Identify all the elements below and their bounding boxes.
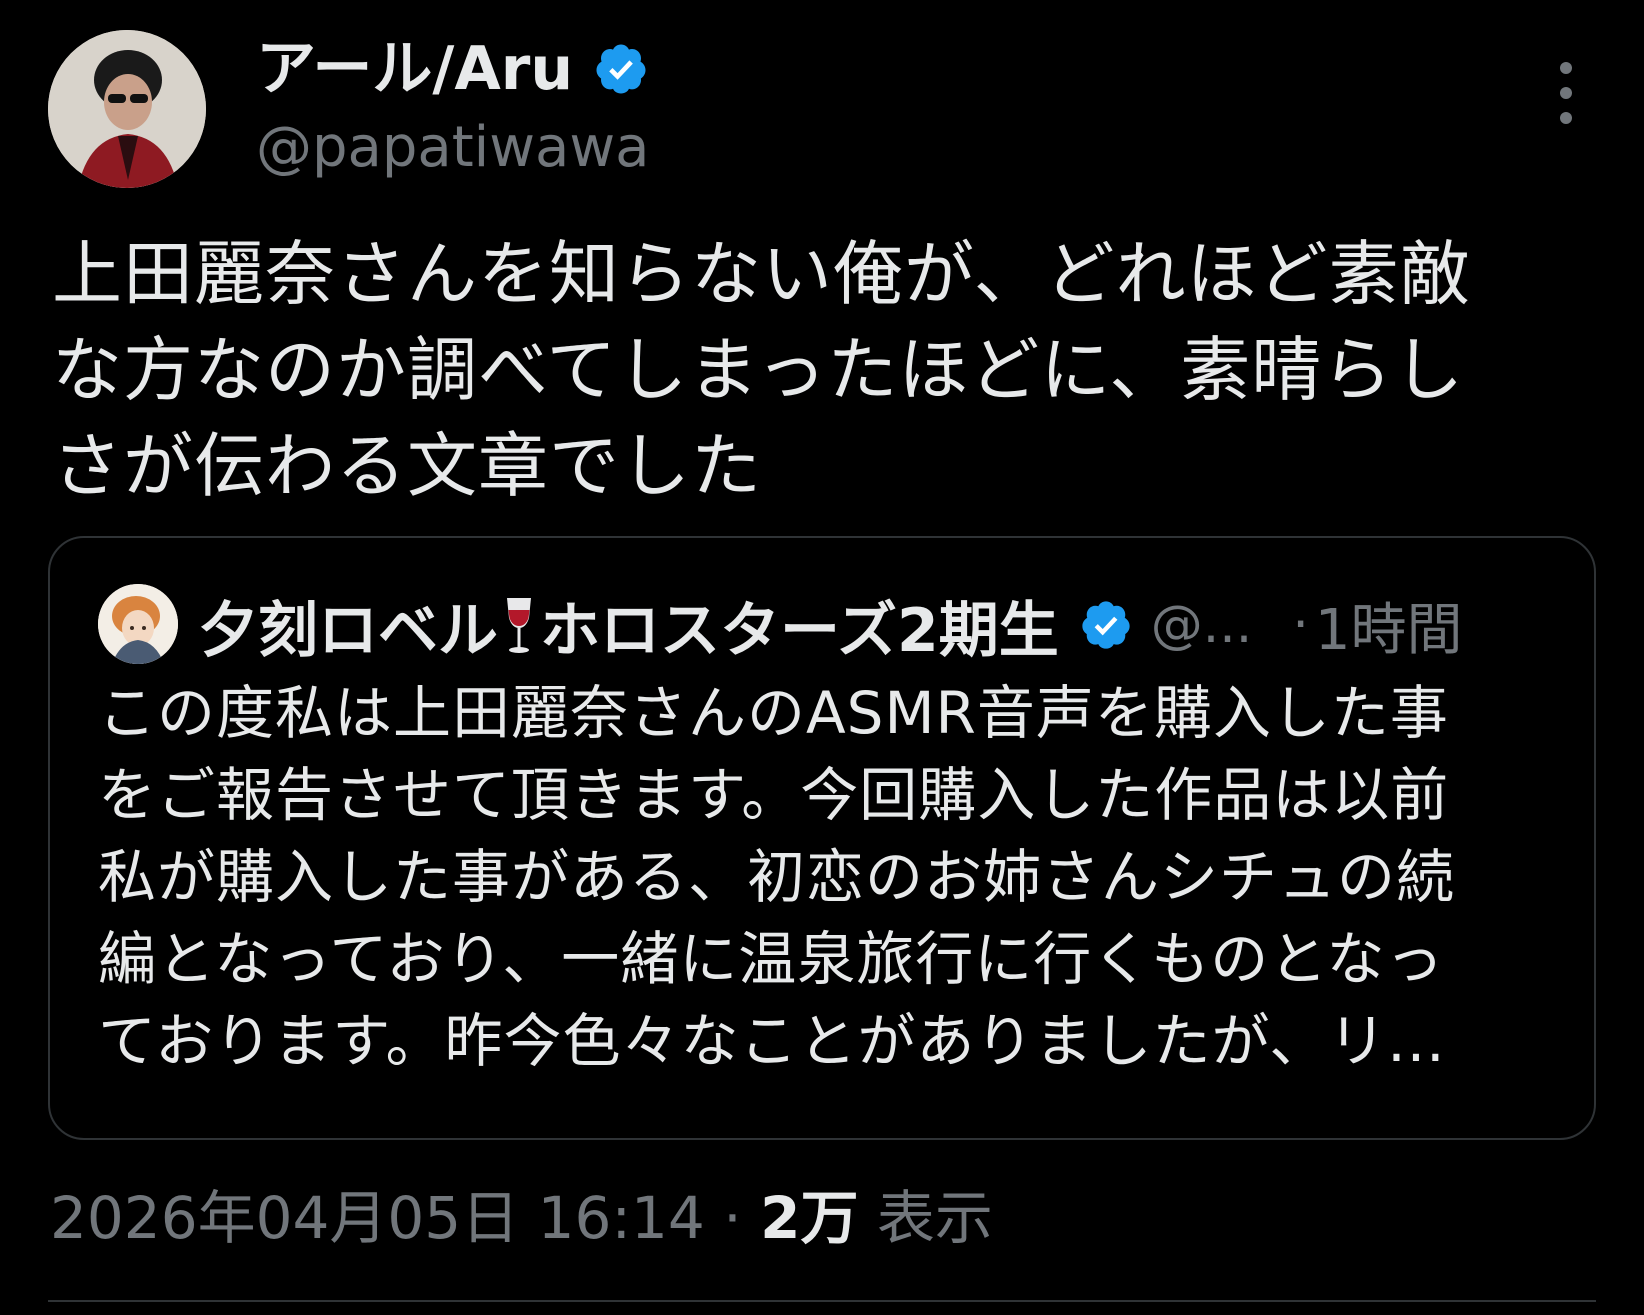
author-display-name-row[interactable]: アール/Aru <box>256 28 649 110</box>
quoted-author-display-name[interactable]: 夕刻ロベル <box>198 582 498 669</box>
quoted-meta-separator: · <box>1292 595 1309 655</box>
tweet-timestamp[interactable]: 2026年04月05日 16:14 <box>50 1184 705 1252</box>
verified-badge-icon[interactable] <box>593 41 649 97</box>
more-horizontal-icon-dot <box>1560 87 1572 99</box>
wine-glass-icon <box>502 590 536 660</box>
quoted-author-handle[interactable]: @... <box>1151 595 1253 655</box>
more-horizontal-icon <box>1560 62 1572 74</box>
tweet-meta: 2026年04月05日 16:14 · 2万 表示 <box>50 1178 993 1258</box>
views-count: 2万 <box>760 1184 859 1252</box>
author-avatar[interactable] <box>48 30 206 188</box>
quoted-author-display-name-suffix[interactable]: ホロスターズ2期生 <box>540 582 1059 669</box>
author-avatar-image <box>48 30 206 188</box>
author-handle[interactable]: @papatiwawa <box>256 112 649 184</box>
quoted-tweet-text: この度私は上田麗奈さんのASMR音声を購入した事 をご報告させて頂きます。今回購… <box>98 679 1456 1075</box>
bottom-divider <box>48 1300 1596 1302</box>
more-options-button[interactable] <box>1544 62 1588 124</box>
quoted-tweet-header: 夕刻ロベル ホロスターズ2期生 @... · 1時間 <box>198 582 1588 668</box>
meta-separator: · <box>723 1184 742 1252</box>
author-display-name[interactable]: アール/Aru <box>256 28 573 110</box>
quoted-author-avatar-image <box>98 584 178 664</box>
verified-badge-icon[interactable] <box>1079 598 1133 652</box>
views-label: 表示 <box>876 1184 993 1252</box>
quoted-tweet-card[interactable]: 夕刻ロベル ホロスターズ2期生 @... · 1時間 この度私は上田麗奈さんのA… <box>48 536 1596 1140</box>
tweet-container: アール/Aru @papatiwawa 上田麗奈さんを知らない俺が、どれほど素敵… <box>0 0 1644 1315</box>
quoted-author-avatar[interactable] <box>98 584 178 664</box>
more-horizontal-icon-dot <box>1560 112 1572 124</box>
quoted-tweet-time[interactable]: 1時間 <box>1315 585 1463 666</box>
tweet-text: 上田麗奈さんを知らない俺が、どれほど素敵 な方なのか調べてしまったほどに、素晴ら… <box>52 233 1471 507</box>
